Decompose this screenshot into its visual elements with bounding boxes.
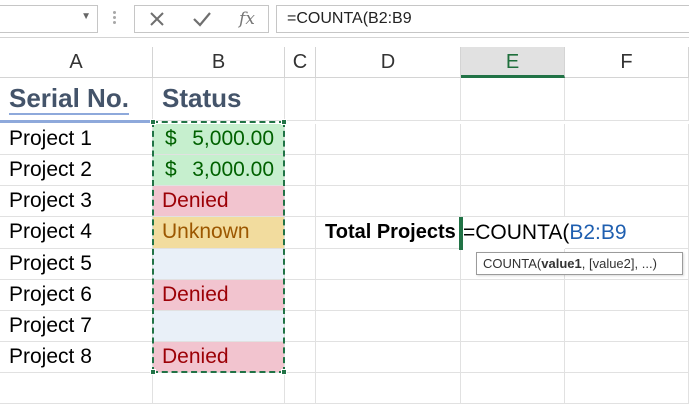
status-cell[interactable]: Denied [153,280,285,311]
grid-cell[interactable] [461,311,565,342]
grid-cell[interactable] [461,124,565,155]
grid-cell[interactable] [316,124,461,155]
tooltip-arg-current[interactable]: value1 [541,256,581,271]
grid-cell[interactable] [565,124,689,155]
column-header-b[interactable]: B [153,47,285,78]
grid-cell[interactable] [316,373,461,404]
column-header-c[interactable]: C [285,47,316,78]
column-header-f[interactable]: F [565,47,689,78]
cancel-formula-button[interactable] [137,6,177,32]
grid-cell[interactable] [316,186,461,217]
formula-range-ref: B2:B9 [569,221,627,244]
formula-func-text: =COUNTA( [463,221,570,244]
table-row-serial[interactable]: Project 3 [0,186,153,217]
grid-cell[interactable] [461,78,565,121]
status-cell[interactable]: Denied [153,186,285,217]
formula-bar-buttons: fx [134,5,269,33]
grid-cell[interactable] [565,311,689,342]
formula-input[interactable]: =COUNTA(B2:B9 [276,5,689,33]
grid-cell[interactable] [285,311,316,342]
formula-bar-gap [0,38,689,47]
total-projects-label[interactable]: Total Projects [316,217,461,249]
grid-cell[interactable] [316,78,461,121]
formula-bar-grip-icon[interactable] [112,9,118,29]
serial-header-text: Serial No. [9,83,129,115]
formula-bar: ▼ fx =COUNTA(B2:B9 [0,0,689,38]
grid-cell[interactable] [565,342,689,373]
grid-cell[interactable] [565,373,689,404]
grid-cell[interactable] [461,342,565,373]
currency-amount: 3,000.00 [192,158,274,181]
status-cell[interactable]: Unknown [153,217,285,249]
grid-cell[interactable] [285,373,316,404]
grid-cell[interactable] [285,342,316,373]
grid-cell[interactable] [316,280,461,311]
grid-cell[interactable] [461,373,565,404]
header-underline [0,120,153,123]
column-header-a[interactable]: A [0,47,153,78]
grid-cell[interactable] [316,311,461,342]
grid-cell[interactable] [316,249,461,280]
grid-cell[interactable] [565,78,689,121]
grid-cell[interactable] [285,217,316,249]
grid-cell[interactable] [565,280,689,311]
enter-formula-button[interactable] [182,6,222,32]
checkmark-icon [193,12,211,27]
table-row-serial[interactable]: Project 4 [0,217,153,249]
status-cell[interactable] [153,311,285,342]
status-cell[interactable]: $ 3,000.00 [153,155,285,186]
name-box[interactable]: ▼ [0,5,98,33]
grid-cell[interactable] [565,186,689,217]
currency-symbol: $ [165,158,177,181]
chevron-down-icon[interactable]: ▼ [81,11,91,22]
grid-cell[interactable] [285,280,316,311]
status-cell[interactable]: Denied [153,342,285,373]
grid-cell[interactable] [285,249,316,280]
status-cell[interactable] [153,249,285,280]
grid-cell[interactable] [285,186,316,217]
grid-cell[interactable] [461,155,565,186]
currency-amount: 5,000.00 [192,127,274,150]
insert-function-button[interactable]: fx [227,6,267,32]
header-cell-serial[interactable]: Serial No. [0,78,153,121]
column-header-e[interactable]: E [461,47,565,78]
grid-cell[interactable] [316,342,461,373]
tooltip-func: COUNTA( [483,256,542,271]
currency-symbol: $ [165,127,177,150]
grid-cell[interactable] [153,373,285,404]
grid-cell[interactable] [316,155,461,186]
tooltip-rest: , [value2], ...) [581,256,657,271]
grid-cell[interactable] [285,124,316,155]
table-row-serial[interactable]: Project 6 [0,280,153,311]
close-icon [150,12,164,26]
grid-cell[interactable] [0,373,153,404]
column-header-d[interactable]: D [316,47,461,78]
active-cell-editor[interactable]: =COUNTA(B2:B9 [461,218,689,250]
status-cell[interactable]: $ 5,000.00 [153,124,285,155]
table-row-serial[interactable]: Project 7 [0,311,153,342]
table-row-serial[interactable]: Project 5 [0,249,153,280]
table-row-serial[interactable]: Project 2 [0,155,153,186]
table-row-serial[interactable]: Project 8 [0,342,153,373]
grid-cell[interactable] [285,155,316,186]
grid-cell[interactable] [461,186,565,217]
header-cell-status[interactable]: Status [153,78,285,121]
grid-cell[interactable] [285,78,316,121]
table-row-serial[interactable]: Project 1 [0,124,153,155]
grid-cell[interactable] [565,155,689,186]
grid-cell[interactable] [461,280,565,311]
function-tooltip[interactable]: COUNTA(value1, [value2], ...) [476,252,683,275]
fx-icon: fx [239,9,255,29]
